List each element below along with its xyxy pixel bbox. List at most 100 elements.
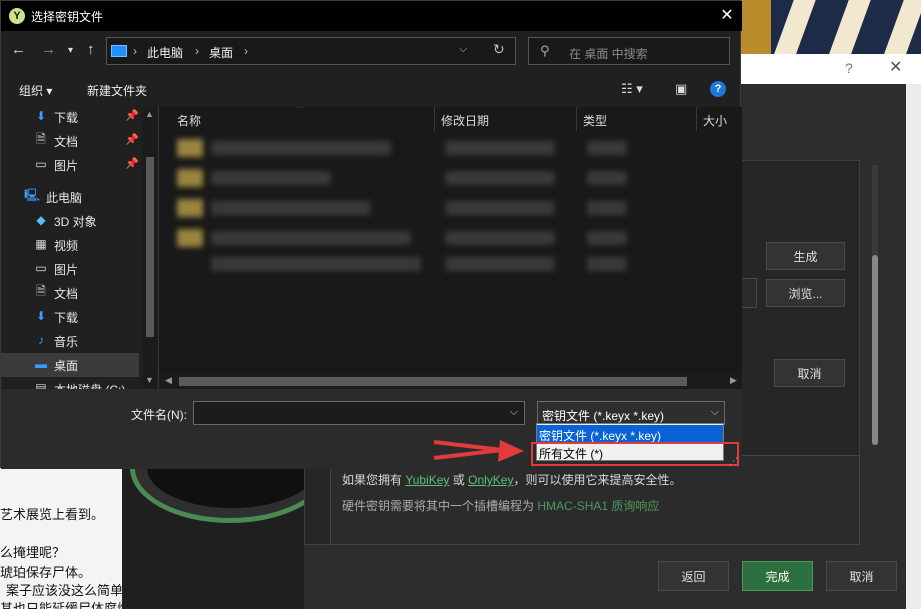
preview-pane-icon[interactable]: ▣: [675, 81, 687, 97]
chevron-down-icon[interactable]: ⌵: [510, 406, 518, 419]
organize-menu[interactable]: 组织 ▾: [19, 82, 52, 99]
document-icon: 🗎: [36, 131, 46, 146]
finish-button[interactable]: 完成: [742, 561, 813, 591]
address-bar[interactable]: › 此电脑 › 桌面 › ⌵ ↻: [106, 37, 516, 65]
file-row[interactable]: [211, 231, 411, 245]
background-document-text: 艺术展览上看到。 么掩埋呢？ 琥珀保存尸体。 案子应该没这么简单 其也只能延缓尸…: [0, 468, 124, 609]
breadcrumb-chevron-icon[interactable]: ›: [244, 44, 248, 58]
column-header-size[interactable]: 大小: [697, 107, 742, 131]
nav-item-downloads-pinned[interactable]: ⬇ 下载 📌: [1, 107, 139, 129]
nav-item-pictures-pinned[interactable]: ▭ 图片 📌: [1, 153, 139, 177]
resize-grip-icon[interactable]: ⋰: [729, 456, 738, 467]
scroll-up-icon[interactable]: ▲: [145, 109, 154, 119]
computer-icon: 🖳: [24, 187, 41, 202]
breadcrumb-chevron-icon[interactable]: ›: [195, 44, 199, 58]
cancel-keyfile-button[interactable]: 取消: [774, 359, 845, 387]
cube-icon: ◆: [36, 213, 46, 227]
nav-item-music[interactable]: ♪ 音乐: [1, 329, 139, 353]
picture-icon: ▭: [35, 261, 47, 275]
app-logo: [122, 468, 304, 609]
background-photo: [741, 0, 921, 54]
wizard-scrollbar[interactable]: [872, 165, 878, 445]
download-icon: ⬇: [35, 309, 47, 323]
pin-icon: 📌: [125, 134, 139, 146]
search-icon: ⚲: [540, 43, 550, 58]
wizard-footer: [304, 545, 906, 609]
picture-icon: ▭: [35, 157, 47, 171]
drive-icon: ▤: [35, 381, 47, 389]
yubikey-link[interactable]: YubiKey: [405, 473, 449, 487]
nav-item-videos[interactable]: ▦ 视频: [1, 233, 139, 257]
pin-icon: 📌: [125, 158, 139, 170]
video-icon: ▦: [35, 237, 47, 251]
new-folder-button[interactable]: 新建文件夹: [87, 82, 147, 99]
breadcrumb-desktop[interactable]: 桌面: [209, 44, 233, 61]
filetype-select[interactable]: 密钥文件 (*.keyx *.key) ⌵: [537, 401, 725, 425]
nav-item-this-pc[interactable]: 🖳 此电脑: [1, 185, 139, 209]
navigation-bar: ← → ▾ ↑ › 此电脑 › 桌面 › ⌵ ↻ ⚲ 在 桌面 中搜索: [1, 31, 742, 71]
help-icon[interactable]: ?: [845, 60, 853, 76]
nav-item-downloads[interactable]: ⬇ 下载: [1, 305, 139, 329]
filetype-selected: 密钥文件 (*.keyx *.key): [542, 409, 665, 423]
breadcrumb-chevron-icon[interactable]: ›: [133, 44, 137, 58]
browse-button[interactable]: 浏览...: [766, 279, 845, 307]
cancel-button[interactable]: 取消: [826, 561, 897, 591]
scroll-right-icon[interactable]: ▶: [730, 375, 737, 386]
folder-icon: [177, 199, 203, 217]
generate-button[interactable]: 生成: [766, 242, 845, 270]
pin-icon: 📌: [125, 110, 139, 122]
computer-icon: [111, 45, 127, 57]
nav-item-desktop[interactable]: ▬ 桌面: [1, 353, 139, 377]
file-row[interactable]: [211, 141, 391, 155]
up-arrow-icon[interactable]: ↑: [87, 41, 95, 58]
filename-input[interactable]: ⌵: [193, 401, 525, 425]
nav-item-local-disk[interactable]: ▤ 本地磁盘 (C:): [1, 377, 139, 389]
dialog-titlebar: Y 选择密钥文件 ✕: [1, 1, 742, 31]
nav-item-documents[interactable]: 🗎 文档: [1, 281, 139, 305]
nav-item-3d-objects[interactable]: ◆ 3D 对象: [1, 209, 139, 233]
hardware-key-text: 如果您拥有 YubiKey 或 OnlyKey，则可以使用它来提高安全性。: [342, 473, 682, 487]
scroll-left-icon[interactable]: ◀: [165, 375, 172, 386]
download-icon: ⬇: [35, 109, 47, 123]
navigation-scrollbar[interactable]: ▲ ▼: [143, 107, 157, 389]
background-titlebar: ? ✕: [741, 54, 921, 84]
nav-item-documents-pinned[interactable]: 🗎 文档 📌: [1, 129, 139, 153]
app-icon: Y: [9, 8, 25, 24]
back-button[interactable]: 返回: [658, 561, 729, 591]
document-icon: 🗎: [36, 283, 46, 298]
folder-icon: [177, 229, 203, 247]
column-header-date[interactable]: 修改日期: [435, 107, 577, 131]
folder-icon: [177, 169, 203, 187]
navigation-pane: ⬇ 下载 📌 🗎 文档 📌 ▭ 图片 📌 🖳 此电脑 ◆ 3D 对象 ▦ 视频 …: [1, 107, 157, 389]
close-icon[interactable]: ✕: [889, 57, 902, 77]
column-header-type[interactable]: 类型: [577, 107, 697, 131]
column-header-name[interactable]: ^ 名称: [159, 107, 435, 131]
chevron-down-icon[interactable]: ⌵: [711, 406, 719, 419]
onlykey-link[interactable]: OnlyKey: [468, 473, 513, 487]
search-placeholder: 在 桌面 中搜索: [569, 47, 648, 61]
refresh-icon[interactable]: ↻: [493, 41, 505, 58]
filetype-option-key-files[interactable]: 密钥文件 (*.keyx *.key): [537, 425, 723, 443]
file-row[interactable]: [211, 201, 371, 215]
file-row[interactable]: [211, 257, 421, 271]
help-icon[interactable]: ?: [710, 81, 726, 97]
breadcrumb-this-pc[interactable]: 此电脑: [147, 44, 183, 61]
desktop-icon: ▬: [35, 357, 47, 371]
horizontal-scrollbar[interactable]: ◀ ▶: [159, 373, 742, 389]
dialog-title: 选择密钥文件: [31, 10, 104, 24]
file-list[interactable]: ^ 名称 修改日期 类型 大小 ◀ ▶: [158, 107, 742, 389]
keyfile-path-field[interactable]: [741, 278, 757, 308]
view-options-icon[interactable]: ☷ ▾: [621, 81, 643, 97]
nav-item-pictures[interactable]: ▭ 图片: [1, 257, 139, 281]
back-arrow-icon[interactable]: ←: [11, 41, 26, 58]
background-edge: [906, 84, 921, 609]
forward-arrow-icon[interactable]: →: [41, 41, 56, 58]
hmac-link[interactable]: HMAC-SHA1 质询响应: [537, 499, 659, 513]
address-dropdown-icon[interactable]: ⌵: [459, 43, 467, 56]
close-icon[interactable]: ✕: [717, 5, 737, 25]
file-row[interactable]: [211, 171, 331, 185]
dialog-toolbar: 组织 ▾ 新建文件夹 ☷ ▾ ▣ ?: [1, 71, 742, 107]
recent-locations-icon[interactable]: ▾: [68, 45, 73, 56]
search-box[interactable]: ⚲ 在 桌面 中搜索: [528, 37, 730, 65]
scroll-down-icon[interactable]: ▼: [145, 375, 154, 385]
